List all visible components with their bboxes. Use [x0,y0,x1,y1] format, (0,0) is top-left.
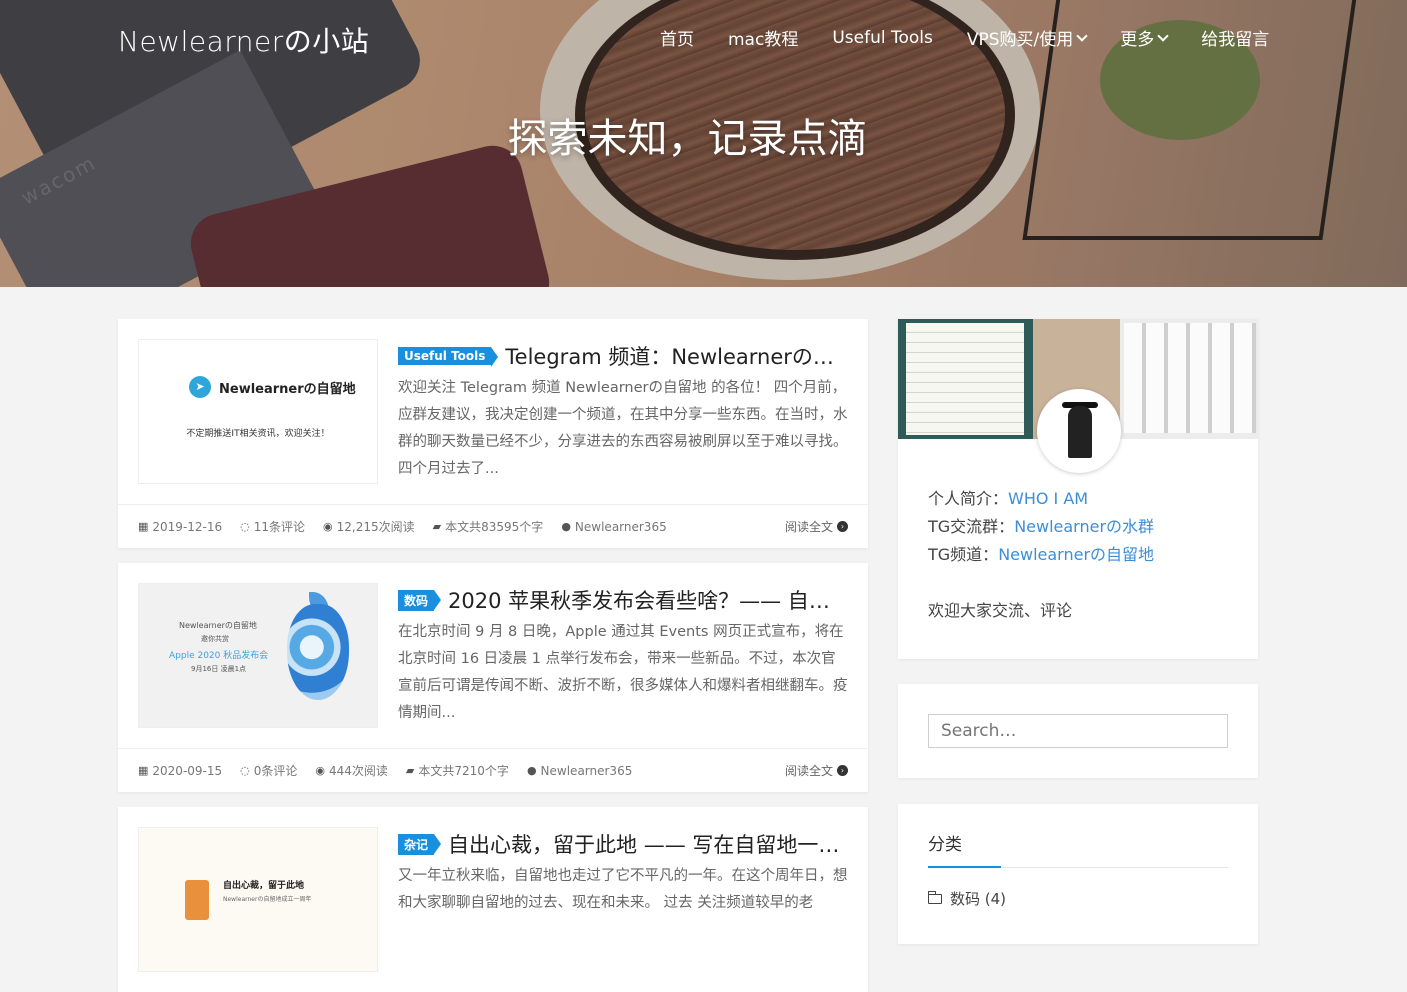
cake-illustration [185,880,209,920]
post-author: Newlearner365 [540,763,633,778]
comment-icon: ◌ [240,520,250,533]
user-icon: ● [561,520,571,533]
post-excerpt: 欢迎关注 Telegram 频道 Newlearnerの自留地 的各位！ 四个月… [398,380,848,477]
post-card: ➤ Newlearnerの自留地 不定期推送IT相关资讯，欢迎关注！ Usefu… [118,319,868,548]
tg-group-link[interactable]: Newlearnerの水群 [1014,517,1154,536]
post-views: 12,215次阅读 [336,520,415,534]
folder-icon [927,890,942,904]
post-title[interactable]: 2020 苹果秋季发布会看些啥？—— 自留地 [448,585,850,615]
chevron-right-circle-icon: › [837,765,848,776]
eye-icon: ◉ [323,520,333,533]
eye-icon: ◉ [315,764,326,777]
post-wordcount: 本文共83595个字 [445,520,544,534]
nav-item-mac-tutorial[interactable]: mac教程 [728,25,798,50]
thumb-line: 邀你共赏 [201,635,229,643]
calendar-icon: ▦ [138,764,149,777]
post-thumbnail[interactable]: 自出心裁，留于此地 Newlearnerの自留地成立一周年 [138,827,378,972]
nav-item-useful-tools[interactable]: Useful Tools [832,25,933,50]
post-card: Newlearnerの自留地 邀你共赏 Apple 2020 秋品发布会 9月1… [118,563,868,792]
telegram-icon: ➤ [189,376,211,398]
post-meta: ▦ 2020-09-15 ◌ 0条评论 ◉ 444次阅读 ▰ 本文共7210个字 ● Ne… [118,748,868,792]
thumb-title: 自出心裁，留于此地 [223,881,305,891]
category-item[interactable]: 数码 (4) [927,888,1228,909]
comment-icon: ◌ [240,764,250,777]
thumb-line: 9月16日 凌晨1点 [191,665,247,673]
user-icon: ● [526,764,537,777]
category-tag[interactable]: 杂记 [398,833,442,855]
nav-item-guestbook[interactable]: 给我留言 [1201,25,1269,50]
apple-logo-icon [287,604,349,700]
post-meta: ▦ 2019-12-16 ◌ 11条评论 ◉ 12,215次阅读 ▰ 本文共83595个… [118,504,868,548]
post-title[interactable]: 自出心裁，留于此地 —— 写在自留地一周年 [448,829,850,859]
tg-channel-link[interactable]: Newlearnerの自留地 [998,545,1154,564]
post-comments: 0条评论 [253,764,298,778]
avatar[interactable] [1037,389,1121,473]
categories-heading: 分类 [928,830,1228,868]
site-title[interactable]: Newlearnerの小站 [118,20,369,60]
book-icon: ▰ [432,520,442,533]
profile-widget: 个人简介：WHO I AM TG交流群：Newlearnerの水群 TG频道：N… [898,319,1258,659]
post-title[interactable]: Telegram 频道：Newlearnerの自留地 [505,341,850,371]
thumb-subtitle: 不定期推送IT相关资讯，欢迎关注！ [186,429,330,439]
nav-item-more[interactable]: 更多 [1120,25,1169,50]
chevron-down-icon [1157,29,1169,42]
post-thumbnail[interactable]: ➤ Newlearnerの自留地 不定期推送IT相关资讯，欢迎关注！ [138,339,378,484]
calendar-icon: ▦ [138,520,149,533]
nav-item-vps[interactable]: VPS购买/使用 [967,25,1088,50]
post-views: 444次阅读 [329,764,388,778]
post-excerpt: 又一年立秋来临，自留地也走过了它不平凡的一年。在这个周年日，想和大家聊聊自留地的… [398,868,848,911]
post-author: Newlearner365 [574,519,667,534]
post-comments: 11条评论 [253,520,306,534]
thumb-line: Newlearnerの自留地 [179,621,257,630]
post-card: 自出心裁，留于此地 Newlearnerの自留地成立一周年 杂记 自出心裁，留于… [118,807,868,992]
keyboard-image [1124,323,1256,433]
chevron-right-circle-icon: › [837,521,848,532]
category-tag[interactable]: Useful Tools [398,347,499,367]
hero-slogan: 探索未知，记录点滴 [507,116,868,162]
read-more-link[interactable]: 阅读全文 › [785,518,848,535]
post-date: 2019-12-16 [152,519,223,534]
thumb-line: Apple 2020 秋品发布会 [169,651,269,661]
hero-banner: wacom Newlearnerの小站 首页 mac教程 Useful Tool… [0,0,1407,287]
profile-intro-link[interactable]: WHO I AM [1008,489,1088,508]
welcome-text: 欢迎大家交流、评论 [928,601,1073,620]
nav-item-home[interactable]: 首页 [660,25,694,50]
categories-widget: 分类 数码 (4) [898,804,1258,944]
book-icon: ▰ [405,764,415,777]
thumb-subtitle: Newlearnerの自留地成立一周年 [223,896,312,903]
category-tag[interactable]: 数码 [398,589,442,611]
read-more-link[interactable]: 阅读全文 › [785,762,848,779]
main-nav: 首页 mac教程 Useful Tools VPS购买/使用 更多 给我留言 [660,25,1269,51]
post-date: 2020-09-15 [152,763,223,778]
post-wordcount: 本文共7210个字 [418,764,509,778]
chevron-down-icon [1076,29,1088,42]
search-widget [898,684,1258,778]
search-input[interactable] [928,714,1228,748]
post-excerpt: 在北京时间 9 月 8 日晚，Apple 通过其 Events 网页正式宣布，将… [398,624,848,721]
post-thumbnail[interactable]: Newlearnerの自留地 邀你共赏 Apple 2020 秋品发布会 9月1… [138,583,378,728]
thumb-title: Newlearnerの自留地 [219,381,356,397]
